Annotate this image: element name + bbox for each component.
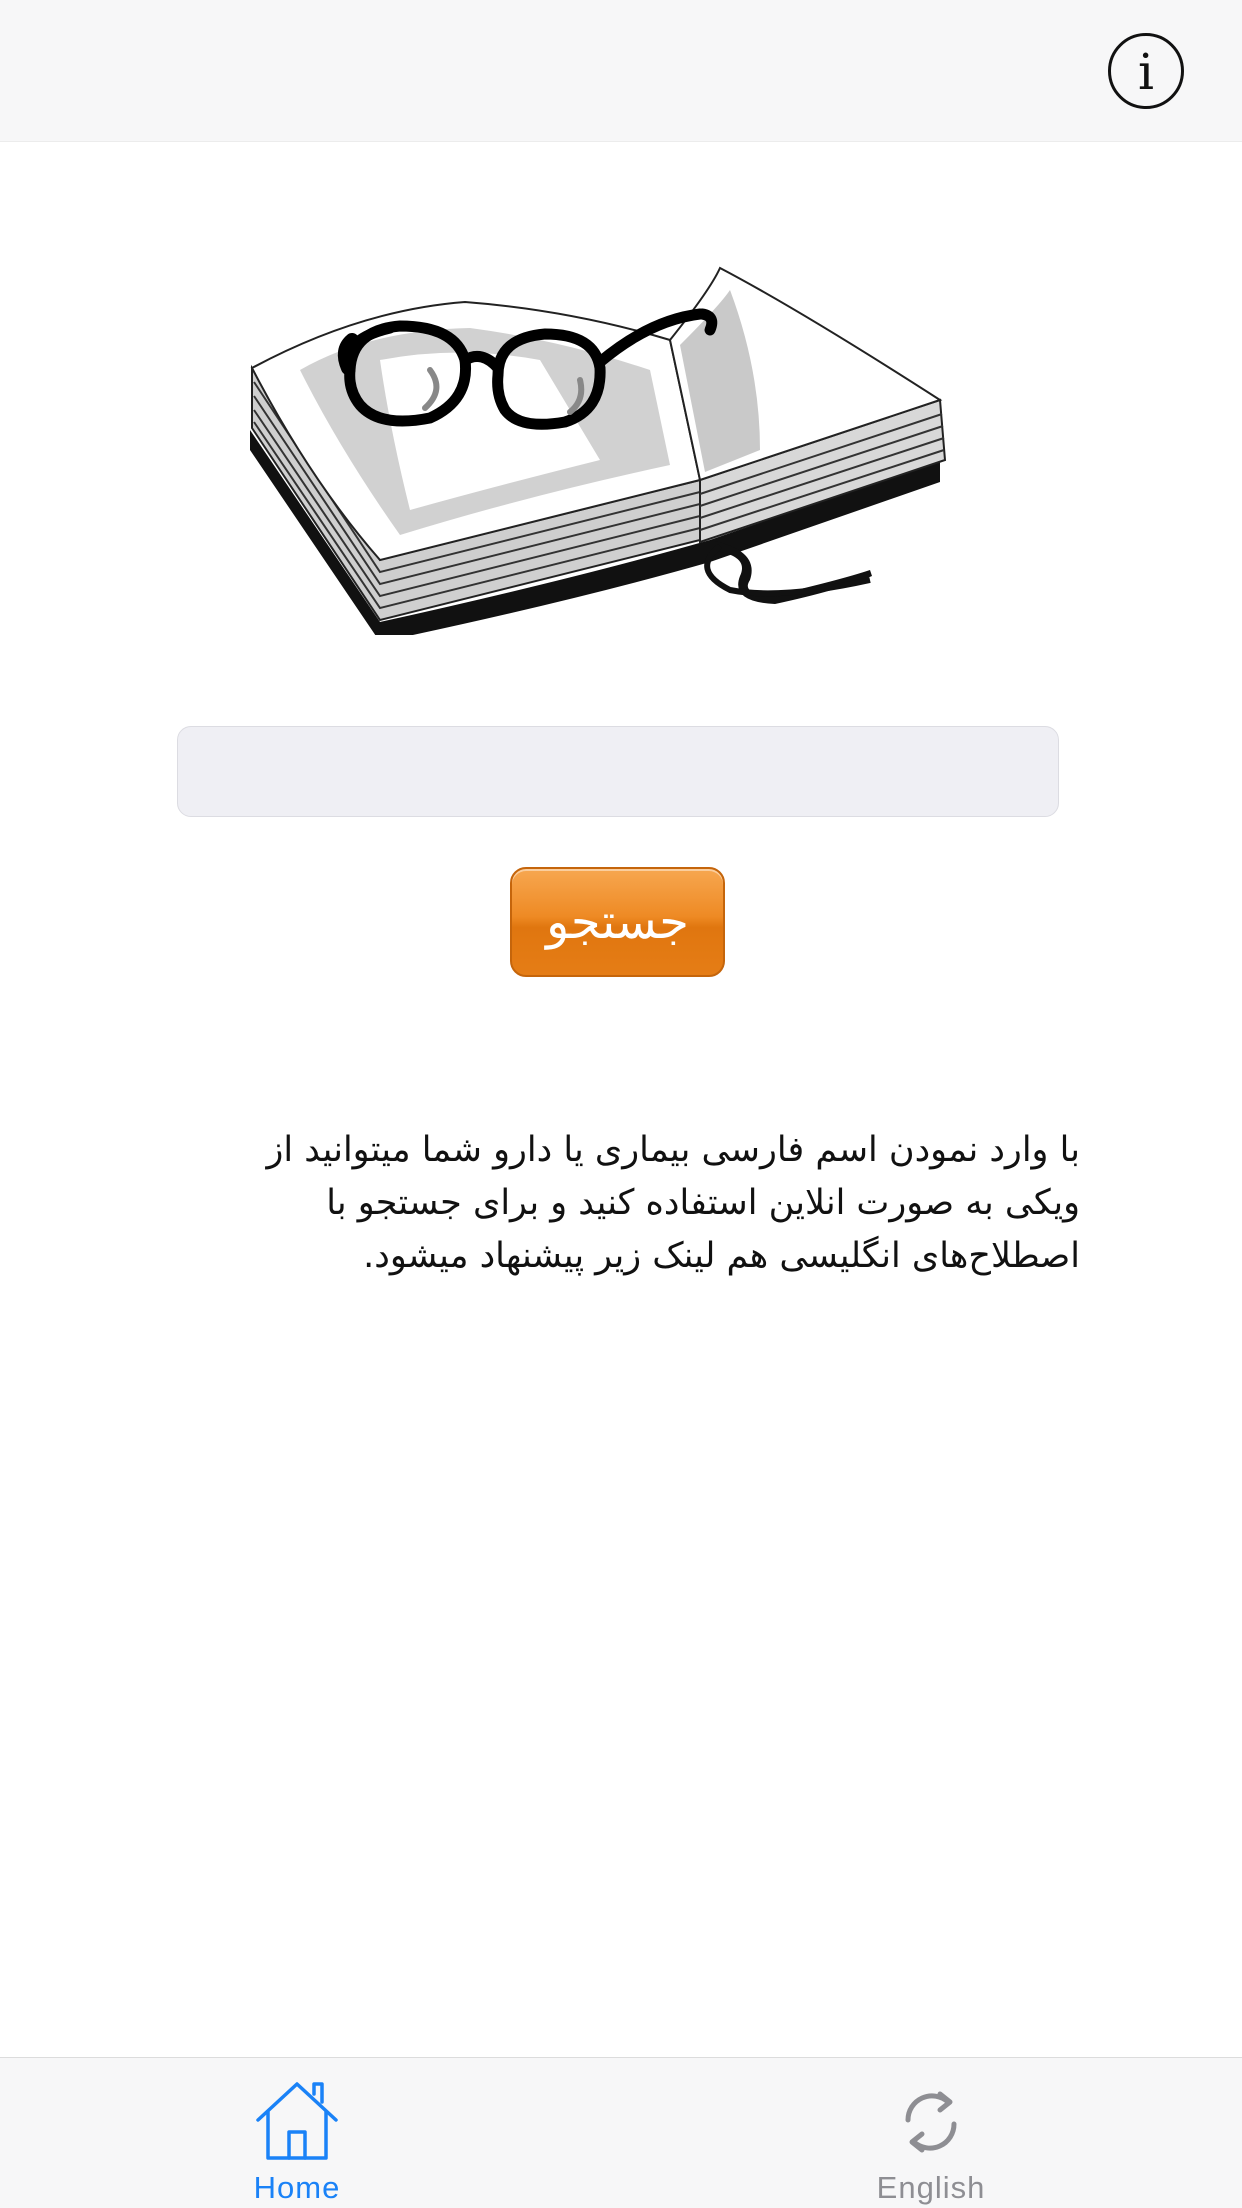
app-screen: i جستجو با وارد نمودن اسم فارسی بیماری ی… [0,0,1242,2208]
home-icon [256,2082,338,2160]
top-navbar: i [0,0,1242,142]
tab-english-label: English [876,2170,986,2205]
bottom-tabbar: Home English [0,2057,1242,2208]
book-glasses-illustration [250,266,947,635]
search-button[interactable]: جستجو [510,867,725,977]
refresh-icon [905,2091,957,2153]
tab-english[interactable]: English [781,2058,1081,2208]
tab-home-label: Home [253,2170,341,2205]
search-input[interactable] [177,726,1059,817]
info-icon: i [1138,43,1154,101]
description-text: با وارد نمودن اسم فارسی بیماری یا دارو ش… [266,1130,1080,1276]
info-button[interactable]: i [1108,33,1184,109]
tab-home[interactable]: Home [147,2058,447,2208]
